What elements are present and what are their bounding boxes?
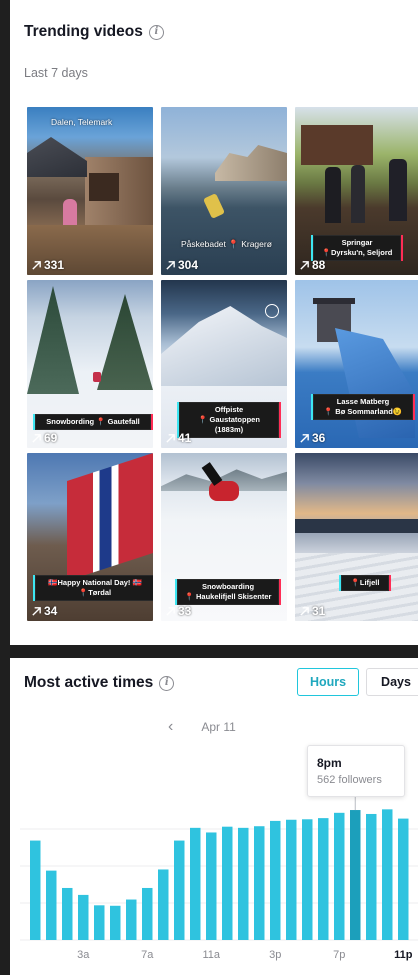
active-times-chart: 3a 7a 11a 3p 7p 11p — [20, 796, 418, 961]
video-views: 331 — [31, 258, 64, 272]
video-views: 34 — [31, 604, 57, 618]
bar-12p[interactable] — [222, 826, 233, 940]
bar-5a[interactable] — [110, 905, 121, 940]
bar-3p[interactable] — [270, 820, 281, 940]
date-navigator: ‹ Apr 11 — [168, 718, 236, 736]
bar-10a[interactable] — [190, 827, 201, 940]
video-tile[interactable]: Snowboarding 📍 Haukelifjell Skisenter 33 — [161, 453, 287, 621]
trend-arrow-icon — [300, 433, 309, 443]
info-icon[interactable]: i — [148, 24, 164, 40]
period-label: Last 7 days — [24, 66, 88, 80]
bar-11a[interactable] — [206, 832, 217, 940]
video-tile[interactable]: 🇳🇴Happy National Day! 🇳🇴 📍Tørdal 34 — [27, 453, 153, 621]
bar-8a[interactable] — [158, 869, 169, 940]
trending-videos-title: Trending videos i — [24, 23, 164, 41]
bar-2p[interactable] — [254, 826, 265, 940]
video-views: 304 — [165, 258, 198, 272]
bar-5p[interactable] — [302, 819, 313, 940]
video-views: 31 — [299, 604, 325, 618]
x-tick-label: 7p — [333, 949, 345, 961]
current-date: Apr 11 — [201, 720, 236, 734]
chevron-left-icon[interactable]: ‹ — [168, 718, 173, 736]
video-tile[interactable]: Påskebadet 📍 Kragerø 304 — [161, 107, 287, 275]
trend-arrow-icon — [32, 606, 41, 616]
bar-6p[interactable] — [318, 818, 329, 940]
x-tick-label: 11a — [202, 949, 220, 961]
video-grid: Dalen, Telemark 331 Påskebadet 📍 Kragerø… — [27, 107, 418, 621]
bar-12a[interactable] — [30, 840, 41, 940]
bar-4p[interactable] — [286, 819, 297, 940]
hover-tooltip: 8pm 562 followers — [307, 745, 405, 797]
days-toggle-button[interactable]: Days — [366, 668, 418, 696]
video-views: 33 — [165, 604, 191, 618]
hours-toggle-button[interactable]: Hours — [297, 668, 359, 696]
most-active-times-card: Most active times i Hours Days ‹ Apr 11 … — [10, 658, 418, 975]
tooltip-time: 8pm — [317, 756, 342, 770]
video-caption: 🇳🇴Happy National Day! 🇳🇴 📍Tørdal — [33, 575, 153, 602]
bar-7p[interactable] — [334, 812, 345, 940]
video-tile[interactable]: Snowbording 📍 Gautefall 69 — [27, 280, 153, 448]
trend-arrow-icon — [166, 606, 175, 616]
video-tile[interactable]: Offpiste 📍 Gaustatoppen (1883m) 41 — [161, 280, 287, 448]
video-tile[interactable]: Dalen, Telemark 331 — [27, 107, 153, 275]
video-caption: Snowbording 📍 Gautefall — [33, 414, 153, 431]
x-tick-label: 3a — [77, 949, 90, 961]
bar-1a[interactable] — [46, 870, 57, 940]
trend-arrow-icon — [166, 433, 175, 443]
trend-arrow-icon — [32, 260, 41, 270]
bar-2a[interactable] — [62, 887, 73, 940]
tooltip-followers: 562 followers — [317, 774, 382, 786]
x-tick-label: 11p — [394, 949, 413, 961]
video-tile[interactable]: Lasse Matberg 📍 Bø Sommarland😉 36 — [295, 280, 418, 448]
bar-9a[interactable] — [174, 840, 185, 940]
bar-6a[interactable] — [126, 899, 137, 940]
video-location: Dalen, Telemark — [51, 117, 113, 127]
video-caption: Lasse Matberg 📍 Bø Sommarland😉 — [311, 394, 415, 421]
info-icon[interactable]: i — [159, 675, 175, 691]
most-active-times-title-text: Most active times — [24, 674, 154, 691]
video-caption: 📍Lifjell — [339, 575, 391, 592]
bar-10p[interactable] — [382, 809, 393, 940]
video-caption: Snowboarding 📍 Haukelifjell Skisenter — [175, 579, 281, 606]
bar-11p[interactable] — [398, 818, 409, 940]
trend-arrow-icon — [166, 260, 175, 270]
video-location: Påskebadet 📍 Kragerø — [181, 239, 272, 249]
video-tile[interactable]: 📍Lifjell 31 — [295, 453, 418, 621]
trend-arrow-icon — [300, 260, 309, 270]
video-caption: Offpiste 📍 Gaustatoppen (1883m) — [177, 402, 281, 439]
bar-1p[interactable] — [238, 827, 249, 940]
bar-9p[interactable] — [366, 813, 377, 940]
video-views: 36 — [299, 431, 325, 445]
x-tick-label: 3p — [269, 949, 281, 961]
video-views: 41 — [165, 431, 191, 445]
trending-videos-title-text: Trending videos — [24, 23, 143, 40]
bar-8p[interactable] — [350, 810, 361, 940]
trending-videos-card: Trending videos i Last 7 days Dalen, Tel… — [10, 0, 418, 645]
bar-4a[interactable] — [94, 905, 105, 940]
trend-arrow-icon — [32, 433, 41, 443]
bar-7a[interactable] — [142, 887, 153, 940]
bar-3a[interactable] — [78, 894, 89, 940]
video-views: 88 — [299, 258, 325, 272]
video-tile[interactable]: Springar 📍Dyrsku'n, Seljord 88 — [295, 107, 418, 275]
video-views: 69 — [31, 431, 57, 445]
trend-arrow-icon — [300, 606, 309, 616]
most-active-times-title: Most active times i — [24, 674, 175, 692]
x-tick-label: 7a — [141, 949, 154, 961]
